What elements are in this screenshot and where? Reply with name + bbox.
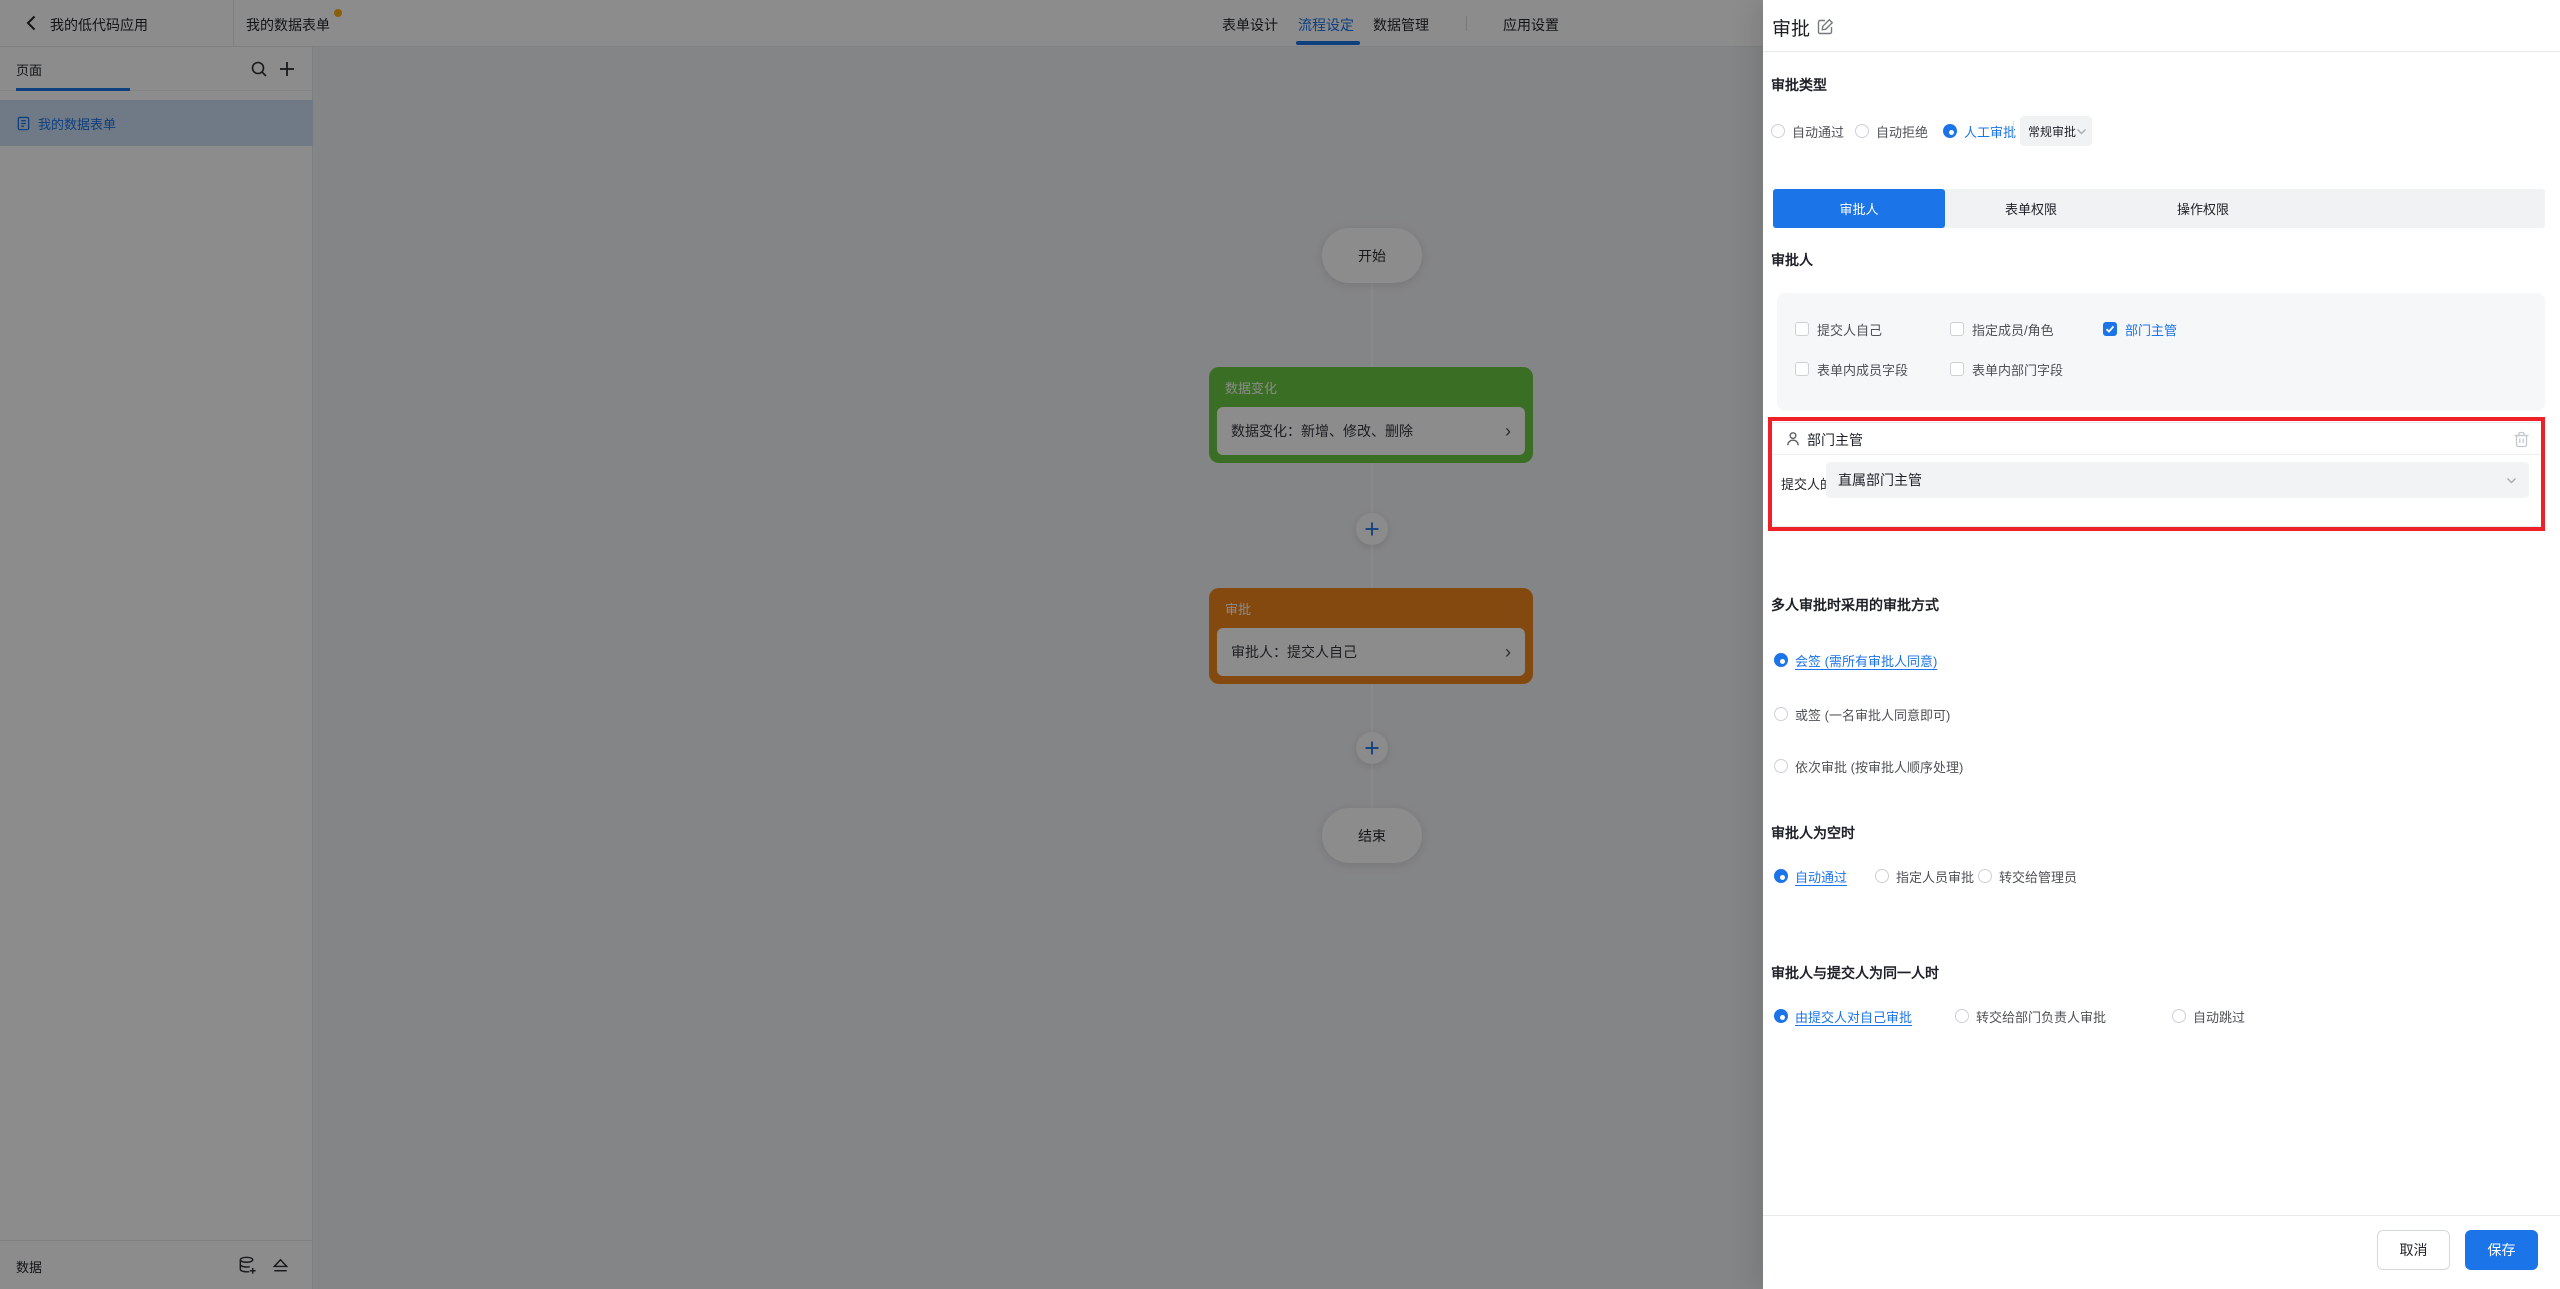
radio-icon <box>1774 759 1788 773</box>
chevron-down-icon <box>2076 126 2087 137</box>
edit-icon[interactable] <box>1817 18 1834 35</box>
radio-same-auto-skip[interactable]: 自动跳过 <box>2172 1005 2245 1027</box>
footer-divider <box>1763 1215 2560 1216</box>
radio-empty-specified-person[interactable]: 指定人员审批 <box>1875 865 1974 887</box>
tab-approver[interactable]: 审批人 <box>1773 189 1945 228</box>
radio-empty-transfer-admin[interactable]: 转交给管理员 <box>1978 865 2077 887</box>
radio-sequential-approval[interactable]: 依次审批 (按审批人顺序处理) <box>1774 755 1963 777</box>
checkbox-member-field-in-form[interactable]: 表单内成员字段 <box>1795 359 1950 379</box>
radio-icon <box>1774 1009 1788 1023</box>
multi-approval-mode-label: 多人审批时采用的审批方式 <box>1771 595 1939 615</box>
person-icon <box>1785 431 1801 447</box>
approval-mode-select[interactable]: 常规审批 <box>2020 116 2092 146</box>
radio-icon <box>1978 869 1992 883</box>
tab-operation-permission[interactable]: 操作权限 <box>2117 189 2289 228</box>
radio-or-sign[interactable]: 或签 (一名审批人同意即可) <box>1774 703 1950 725</box>
checkbox-icon <box>1950 322 1964 336</box>
radio-countersign[interactable]: 会签 (需所有审批人同意) <box>1774 649 1937 671</box>
checkbox-icon <box>1795 322 1809 336</box>
approver-options-box: 提交人自己 指定成员/角色 部门主管 表单内成员字段 <box>1777 293 2545 411</box>
approver-same-as-submitter-label: 审批人与提交人为同一人时 <box>1771 963 1939 983</box>
checkbox-department-manager[interactable]: 部门主管 <box>2103 319 2177 339</box>
radio-icon <box>1855 124 1869 138</box>
radio-auto-approve[interactable]: 自动通过 <box>1771 120 1844 142</box>
radio-auto-reject[interactable]: 自动拒绝 <box>1855 120 1928 142</box>
radio-manual-approval[interactable]: 人工审批 <box>1943 120 2016 142</box>
drawer-title-row: 审批 <box>1763 0 2560 52</box>
approval-type-label: 审批类型 <box>1771 75 1827 95</box>
app-root: 我的低代码应用 我的数据表单 表单设计 流程设定 数据管理 应用设置 页面 <box>0 0 2560 1289</box>
chevron-down-icon <box>2506 475 2517 486</box>
radio-icon <box>1943 124 1957 138</box>
checkbox-specified-member-role[interactable]: 指定成员/角色 <box>1950 319 2103 339</box>
radio-icon <box>1774 869 1788 883</box>
approval-settings-drawer: 审批 审批类型 自动通过 自动拒绝 人工审批 常规审批 审批人 <box>1763 0 2560 1289</box>
checkbox-submitter-self[interactable]: 提交人自己 <box>1795 319 1950 339</box>
approver-empty-label: 审批人为空时 <box>1771 823 1855 843</box>
radio-icon <box>1875 869 1889 883</box>
type-divider <box>2013 121 2014 139</box>
card-title: 部门主管 <box>1807 430 1863 450</box>
cancel-button[interactable]: 取消 <box>2377 1230 2450 1270</box>
checkbox-icon <box>1795 362 1809 376</box>
radio-icon <box>1955 1009 1969 1023</box>
checkbox-checked-icon <box>2103 322 2117 336</box>
checkbox-department-field-in-form[interactable]: 表单内部门字段 <box>1950 359 2103 379</box>
trash-icon[interactable] <box>2513 430 2530 448</box>
radio-same-transfer-dept-head[interactable]: 转交给部门负责人审批 <box>1955 1005 2106 1027</box>
save-button[interactable]: 保存 <box>2465 1230 2538 1270</box>
approver-label: 审批人 <box>1771 250 1813 270</box>
radio-icon <box>2172 1009 2186 1023</box>
radio-icon <box>1771 124 1785 138</box>
manager-level-select[interactable]: 直属部门主管 <box>1826 462 2529 498</box>
radio-icon <box>1774 653 1788 667</box>
radio-icon <box>1774 707 1788 721</box>
department-manager-card: 部门主管 提交人的 直属部门主管 <box>1771 422 2545 527</box>
drawer-title: 审批 <box>1772 14 1810 41</box>
drawer-tabs: 审批人 表单权限 操作权限 <box>1773 189 2545 228</box>
checkbox-icon <box>1950 362 1964 376</box>
radio-empty-auto-approve[interactable]: 自动通过 <box>1774 865 1847 887</box>
tab-form-permission[interactable]: 表单权限 <box>1945 189 2117 228</box>
radio-same-self-approve[interactable]: 由提交人对自己审批 <box>1774 1005 1912 1027</box>
card-header: 部门主管 <box>1772 423 2544 455</box>
